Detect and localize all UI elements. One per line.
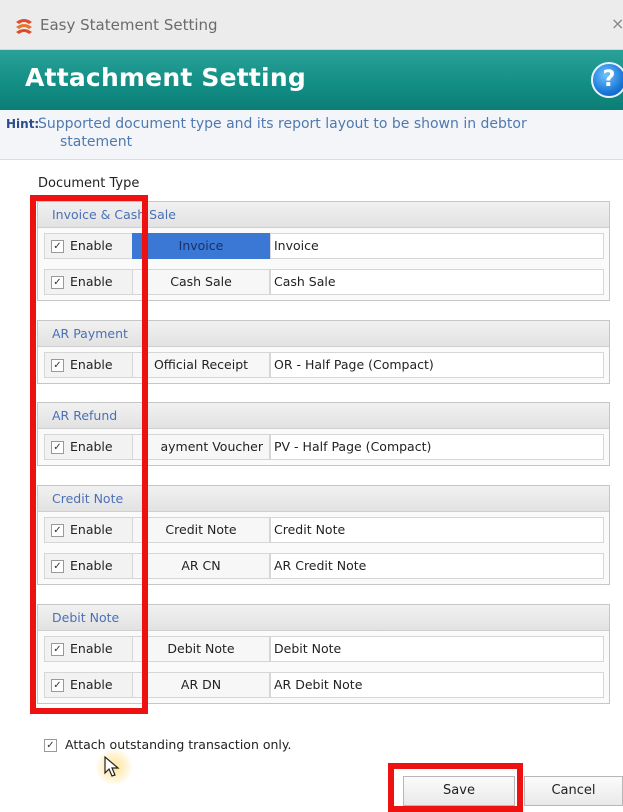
document-name-cell[interactable]: Cash Sale bbox=[132, 269, 270, 295]
document-name-cell[interactable]: Invoice bbox=[132, 233, 270, 259]
document-name-cell[interactable]: ayment Voucher bbox=[132, 434, 270, 460]
window-titlebar: Easy Statement Setting × bbox=[0, 0, 623, 50]
app-logo-icon bbox=[16, 19, 32, 34]
document-name-cell[interactable]: AR DN bbox=[132, 672, 270, 698]
document-type-label: Document Type bbox=[38, 176, 140, 191]
attach-outstanding-label[interactable]: Attach outstanding transaction only. bbox=[65, 737, 291, 752]
dialog-header: Attachment Setting ? bbox=[0, 50, 623, 110]
mouse-pointer-icon bbox=[104, 756, 120, 777]
report-layout-cell[interactable]: Cash Sale bbox=[270, 269, 604, 295]
report-layout-cell[interactable]: Debit Note bbox=[270, 636, 604, 662]
report-layout-cell[interactable]: AR Credit Note bbox=[270, 553, 604, 579]
enable-column-highlight bbox=[30, 195, 148, 714]
help-icon[interactable]: ? bbox=[591, 62, 623, 98]
attach-outstanding-checkbox[interactable]: ✓ bbox=[44, 739, 57, 752]
report-layout-cell[interactable]: Invoice bbox=[270, 233, 604, 259]
report-layout-cell[interactable]: OR - Half Page (Compact) bbox=[270, 352, 604, 378]
report-layout-cell[interactable]: AR Debit Note bbox=[270, 672, 604, 698]
document-name-cell[interactable]: Credit Note bbox=[132, 517, 270, 543]
report-layout-cell[interactable]: PV - Half Page (Compact) bbox=[270, 434, 604, 460]
page-title: Attachment Setting bbox=[25, 63, 306, 92]
hint-text: Supported document type and its report l… bbox=[38, 115, 618, 151]
report-layout-cell[interactable]: Credit Note bbox=[270, 517, 604, 543]
cancel-button[interactable]: Cancel bbox=[524, 776, 623, 806]
hint-line-1: Supported document type and its report l… bbox=[38, 116, 527, 132]
window-title: Easy Statement Setting bbox=[40, 16, 218, 34]
document-name-cell[interactable]: Official Receipt bbox=[132, 352, 270, 378]
close-icon[interactable]: × bbox=[611, 14, 623, 33]
hint-panel: Hint: Supported document type and its re… bbox=[0, 110, 623, 160]
save-button-highlight bbox=[388, 763, 523, 812]
hint-label: Hint: bbox=[6, 117, 40, 131]
hint-line-2: statement bbox=[60, 134, 133, 150]
document-name-cell[interactable]: Debit Note bbox=[132, 636, 270, 662]
document-name-cell[interactable]: AR CN bbox=[132, 553, 270, 579]
